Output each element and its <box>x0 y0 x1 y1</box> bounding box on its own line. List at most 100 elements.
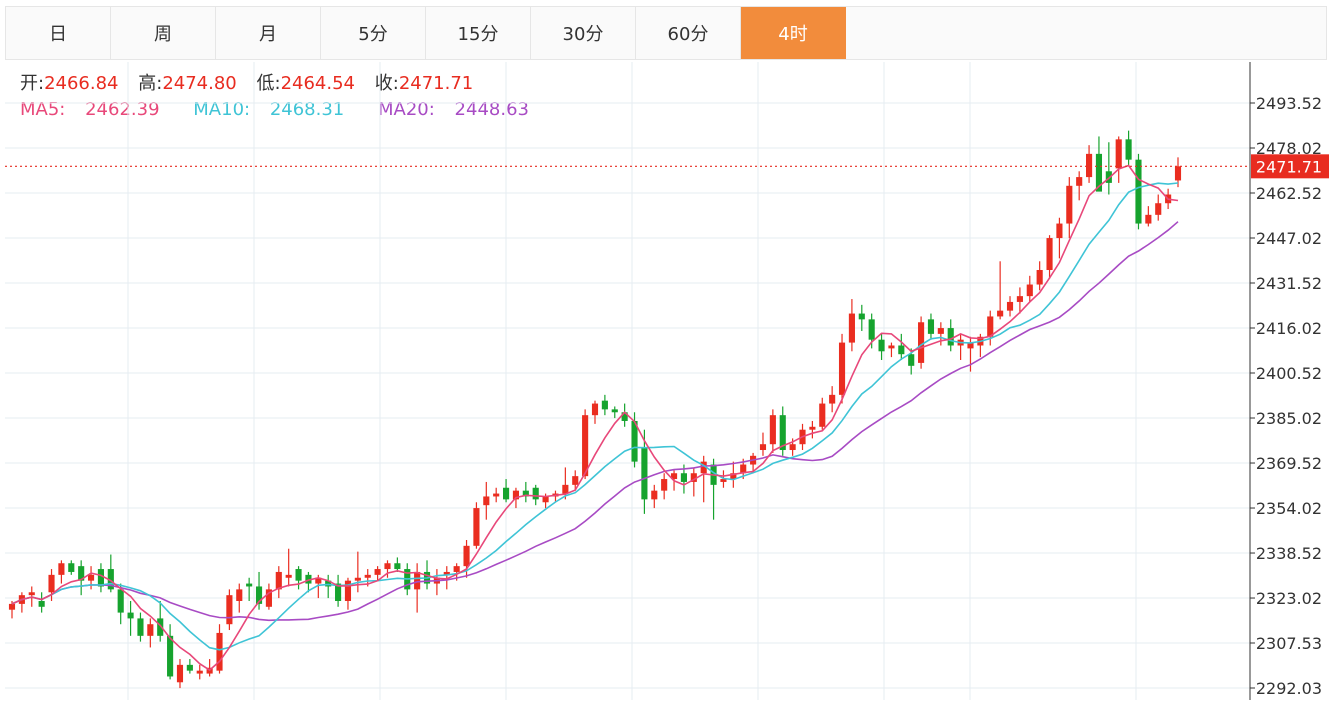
candle-body <box>582 415 589 477</box>
candle <box>1155 194 1162 221</box>
candle-body <box>947 328 954 346</box>
candle <box>1086 145 1093 183</box>
candle <box>710 458 717 520</box>
y-tick-label: 2493.52 <box>1256 94 1322 113</box>
candle-body <box>997 310 1004 317</box>
candle <box>335 574 342 607</box>
candle <box>1026 275 1033 302</box>
candle-body <box>1076 177 1083 186</box>
candle-body <box>680 473 687 482</box>
candle <box>809 420 816 439</box>
candle <box>1105 142 1112 195</box>
candlestick-chart[interactable]: 2493.522478.022462.522447.022431.522416.… <box>0 0 1330 702</box>
candle <box>275 566 282 599</box>
y-tick-label: 2338.52 <box>1256 544 1322 563</box>
candle <box>769 409 776 453</box>
candle-body <box>186 664 193 671</box>
candle-body <box>601 400 608 410</box>
candle <box>236 583 243 613</box>
y-tick-label: 2307.53 <box>1256 634 1322 653</box>
candle <box>888 342 895 358</box>
candle-body <box>829 394 836 404</box>
candle-body <box>246 583 253 587</box>
candle-body <box>1135 159 1142 224</box>
candle-body <box>1125 139 1132 160</box>
candle-body <box>848 313 855 343</box>
candle-body <box>661 479 668 491</box>
y-tick-label: 2447.02 <box>1256 229 1322 248</box>
candle <box>1046 235 1053 279</box>
candle-body <box>611 409 618 413</box>
candle-body <box>8 603 16 610</box>
candle <box>1006 296 1014 317</box>
y-tick-label: 2416.02 <box>1256 319 1322 338</box>
candle-body <box>888 345 895 349</box>
y-tick-label: 2369.52 <box>1256 454 1322 473</box>
candle-body <box>117 589 124 613</box>
candle <box>848 299 855 352</box>
candle-body <box>591 403 599 416</box>
candle <box>947 319 954 352</box>
last-price-label: 2471.71 <box>1256 157 1322 176</box>
candle-body <box>1066 185 1073 224</box>
candle-body <box>908 354 915 366</box>
candle <box>137 612 144 642</box>
candle <box>1125 130 1132 166</box>
candle-body <box>819 403 826 427</box>
candle-body <box>167 635 174 677</box>
candle <box>1066 177 1073 239</box>
candle <box>344 577 352 610</box>
candle-body <box>878 339 885 352</box>
candle <box>1036 261 1043 291</box>
candle <box>246 577 253 601</box>
candle-body <box>641 447 648 500</box>
candle <box>918 316 925 369</box>
candle <box>433 569 440 596</box>
candle-body <box>68 563 75 572</box>
candle <box>414 563 421 613</box>
candle-body <box>562 484 569 494</box>
candle-body <box>38 600 45 607</box>
candle <box>493 487 500 503</box>
candle <box>997 261 1004 320</box>
candle-body <box>1174 166 1182 181</box>
y-tick-label: 2323.02 <box>1256 589 1322 608</box>
candle <box>779 406 786 456</box>
candle-body <box>394 563 401 570</box>
candle <box>176 659 184 689</box>
candle-body <box>927 319 935 334</box>
candle-body <box>483 496 490 506</box>
candle-body <box>295 569 302 581</box>
candle-body <box>453 566 460 572</box>
candle <box>68 560 75 575</box>
candle-body <box>503 487 510 500</box>
candle-body <box>127 612 134 619</box>
y-tick-label: 2431.52 <box>1256 274 1322 293</box>
candle-body <box>1016 296 1023 302</box>
candle <box>522 481 529 503</box>
candle <box>987 310 994 346</box>
candle <box>1095 136 1103 192</box>
candle-body <box>493 493 500 497</box>
candle <box>226 589 233 631</box>
y-tick-label: 2385.02 <box>1256 409 1322 428</box>
candle-body <box>354 577 361 581</box>
candle <box>858 304 865 331</box>
candle <box>285 548 292 587</box>
candle-body <box>364 574 371 578</box>
candle <box>473 502 480 549</box>
candle-body <box>137 618 144 636</box>
candle-body <box>1046 238 1053 271</box>
candle-body <box>58 563 65 575</box>
candle <box>354 551 361 593</box>
candle-body <box>374 569 381 575</box>
candle <box>819 397 826 430</box>
candle <box>325 574 332 599</box>
candle-body <box>868 319 875 340</box>
candle-body <box>1115 139 1122 169</box>
candle-body <box>226 595 233 625</box>
candle-body <box>147 624 154 636</box>
candle-body <box>176 664 184 683</box>
candle <box>196 664 203 680</box>
candle-body <box>898 345 905 355</box>
